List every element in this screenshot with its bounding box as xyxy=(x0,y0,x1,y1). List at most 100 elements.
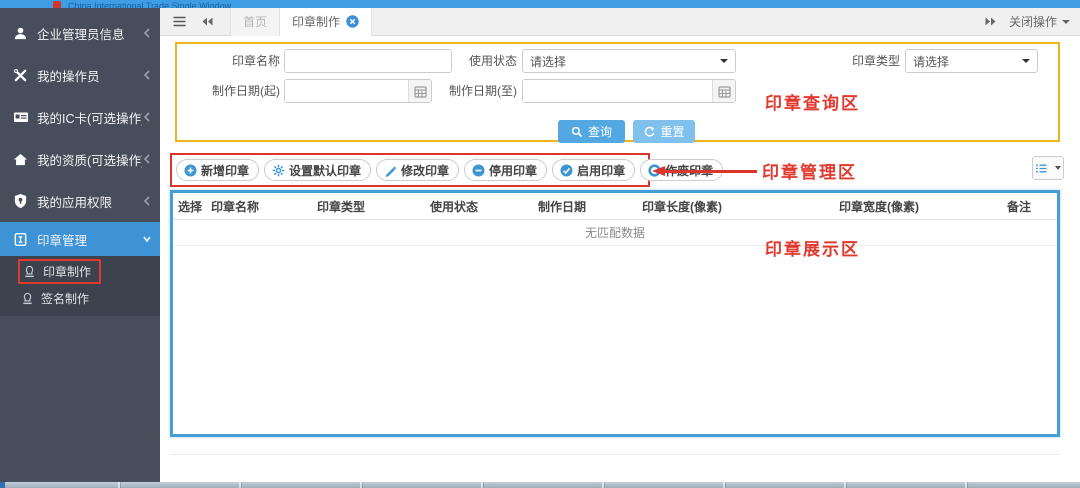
seal-toolbar: 新增印章 设置默认印章 修改印章 停用印章 启用印章 作废印章 xyxy=(170,153,724,187)
toolbar-button-label: 启用印章 xyxy=(577,163,626,178)
seal-type-label: 印章类型 xyxy=(851,54,900,68)
tools-icon xyxy=(13,68,30,83)
annotation-query-area: 印章查询区 xyxy=(765,94,860,113)
disable-seal-button[interactable]: 停用印章 xyxy=(464,159,548,181)
enable-seal-button[interactable]: 启用印章 xyxy=(552,159,636,181)
os-taskbar[interactable] xyxy=(0,482,1080,488)
column-header-seal-type[interactable]: 印章类型 xyxy=(312,198,425,215)
chevron-left-icon xyxy=(142,195,152,207)
tab-seal-making[interactable]: 印章制作 xyxy=(280,7,373,36)
sidebar-item-admin-info[interactable]: 企业管理员信息 xyxy=(0,12,160,54)
sidebar-item-seal-management[interactable]: 印章管理 xyxy=(0,222,160,256)
date-to-label: 制作日期(至) xyxy=(449,84,517,98)
chevron-left-icon xyxy=(142,153,152,165)
toolbar-button-label: 停用印章 xyxy=(489,163,538,178)
check-circle-icon xyxy=(560,164,573,176)
home-icon xyxy=(13,152,30,167)
chevron-left-icon xyxy=(142,69,152,81)
date-to-field xyxy=(522,79,736,103)
chevron-down-icon xyxy=(142,233,152,245)
search-button-label: 查询 xyxy=(587,125,612,139)
window-titlebar: China International Trade Single Window xyxy=(0,0,1080,8)
collapse-tabs-icon[interactable] xyxy=(200,15,216,29)
reset-button[interactable]: 重置 xyxy=(633,120,695,143)
close-operations-dropdown[interactable]: 关闭操作 xyxy=(1009,13,1070,30)
sidebar-item-app-permissions[interactable]: 我的应用权限 xyxy=(0,180,160,222)
sidebar-subitem-label: 签名制作 xyxy=(41,292,90,306)
add-seal-button[interactable]: 新增印章 xyxy=(176,159,260,181)
seal-type-select[interactable]: 请选择 xyxy=(905,49,1038,73)
chevron-left-icon xyxy=(142,27,152,39)
column-view-button[interactable] xyxy=(1032,156,1064,180)
column-header-make-date[interactable]: 制作日期 xyxy=(533,198,637,215)
annotation-arrow xyxy=(652,166,757,176)
expand-tabs-icon[interactable] xyxy=(983,15,999,29)
column-header-seal-length[interactable]: 印章长度(像素) xyxy=(637,198,834,215)
caret-down-icon xyxy=(720,59,728,63)
search-icon xyxy=(571,126,583,137)
gear-icon xyxy=(272,164,285,176)
sidebar-subitem-signature-making[interactable]: 签名制作 xyxy=(0,285,160,312)
date-from-input[interactable] xyxy=(285,80,408,102)
toolbar-button-label: 修改印章 xyxy=(401,163,450,178)
sidebar-item-label: 我的IC卡(可选操作) xyxy=(37,111,142,126)
tab-home[interactable]: 首页 xyxy=(230,7,281,36)
column-header-seal-name[interactable]: 印章名称 xyxy=(206,198,312,215)
use-status-label: 使用状态 xyxy=(468,54,517,68)
tab-label: 首页 xyxy=(243,15,268,29)
search-button[interactable]: 查询 xyxy=(558,120,625,143)
set-default-seal-button[interactable]: 设置默认印章 xyxy=(264,159,372,181)
plus-circle-icon xyxy=(184,164,197,176)
sidebar-subitem-label: 印章制作 xyxy=(43,265,92,279)
seal-management-icon xyxy=(13,232,30,247)
sidebar-item-label: 我的资质(可选操作) xyxy=(37,153,142,168)
column-header-select[interactable]: 选择 xyxy=(173,198,206,215)
stamp-icon xyxy=(22,264,37,279)
close-operations-label: 关闭操作 xyxy=(1008,15,1057,29)
app-logo-icon xyxy=(53,1,61,8)
select-value: 请选择 xyxy=(530,54,567,69)
date-from-label: 制作日期(起) xyxy=(212,84,280,98)
column-header-remarks[interactable]: 备注 xyxy=(1002,198,1057,215)
tab-close-icon[interactable] xyxy=(346,15,359,28)
pencil-icon xyxy=(385,165,397,177)
toolbar-button-label: 设置默认印章 xyxy=(289,163,362,178)
caret-down-icon xyxy=(1062,19,1070,24)
id-card-icon xyxy=(13,110,30,125)
stamp-icon xyxy=(20,291,35,306)
seal-table-panel: 选择 印章名称 印章类型 使用状态 制作日期 印章长度(像素) 印章宽度(像素)… xyxy=(170,190,1060,437)
table-header-row: 选择 印章名称 印章类型 使用状态 制作日期 印章长度(像素) 印章宽度(像素)… xyxy=(173,193,1057,220)
sidebar-item-qualifications[interactable]: 我的资质(可选操作) xyxy=(0,138,160,180)
toolbar-button-label: 新增印章 xyxy=(201,163,250,178)
date-to-input[interactable] xyxy=(523,80,712,102)
annotation-manage-area: 印章管理区 xyxy=(762,163,857,182)
date-from-field xyxy=(284,79,432,103)
main-content: 首页 印章制作 关闭操作 印章名称 使用状态 请选择 印章类型 请选择 制作日期… xyxy=(160,7,1080,482)
sidebar-item-ic-card[interactable]: 我的IC卡(可选操作) xyxy=(0,96,160,138)
tab-label: 印章制作 xyxy=(292,15,341,29)
reset-icon xyxy=(645,126,655,137)
modify-seal-button[interactable]: 修改印章 xyxy=(376,159,460,181)
column-header-seal-width[interactable]: 印章宽度(像素) xyxy=(834,198,1002,215)
select-value: 请选择 xyxy=(913,54,950,69)
caret-down-icon xyxy=(1055,166,1061,170)
calendar-icon[interactable] xyxy=(712,80,735,102)
annotation-display-area: 印章展示区 xyxy=(765,240,860,259)
user-icon xyxy=(13,26,30,41)
reset-button-label: 重置 xyxy=(660,125,685,139)
column-header-use-status[interactable]: 使用状态 xyxy=(425,198,533,215)
tab-bar: 首页 印章制作 关闭操作 xyxy=(160,7,1080,36)
table-empty-row: 无匹配数据 xyxy=(173,220,1057,246)
sidebar-subitem-seal-making[interactable]: 印章制作 xyxy=(0,258,160,285)
minus-circle-icon xyxy=(472,164,485,176)
sidebar-item-operators[interactable]: 我的操作员 xyxy=(0,54,160,96)
seal-management-submenu: 印章制作 签名制作 xyxy=(0,256,160,316)
use-status-select[interactable]: 请选择 xyxy=(522,49,736,73)
no-data-text: 无匹配数据 xyxy=(584,226,645,240)
menu-icon[interactable] xyxy=(172,15,188,29)
chevron-left-icon xyxy=(142,111,152,123)
sidebar-item-label: 印章管理 xyxy=(37,233,88,248)
window-title: China International Trade Single Window xyxy=(68,1,232,8)
sidebar-item-label: 我的应用权限 xyxy=(37,195,113,210)
sidebar-item-label: 企业管理员信息 xyxy=(37,27,125,42)
